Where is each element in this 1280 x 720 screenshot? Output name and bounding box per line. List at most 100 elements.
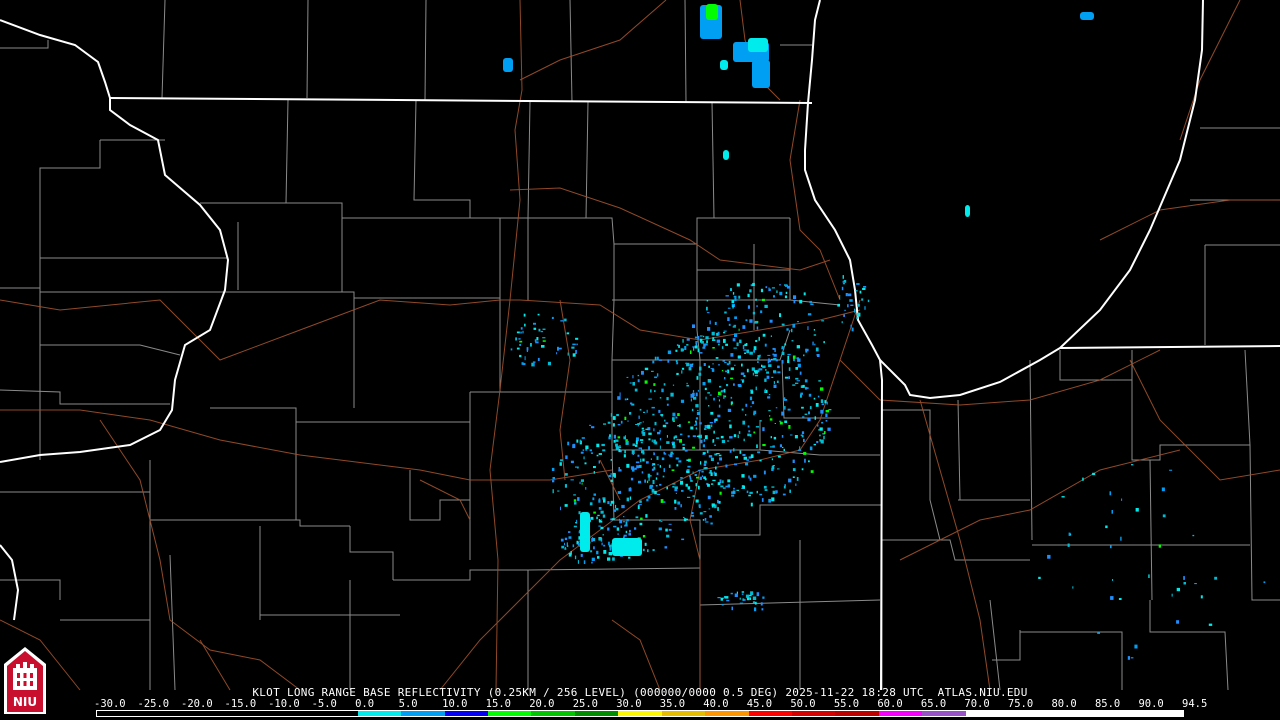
echo-pixel: [755, 386, 757, 391]
echo-pixel: [736, 283, 740, 287]
echo-pixel: [591, 557, 595, 561]
echo-pixel: [589, 424, 592, 426]
echo-pixel: [737, 434, 739, 439]
echo-pixel: [801, 468, 804, 471]
echo-pixel: [752, 596, 757, 600]
echo-pixel: [560, 506, 561, 511]
echo-pixel: [820, 439, 824, 444]
echo-pixel: [641, 427, 644, 430]
echo-cell: [723, 150, 729, 160]
echo-pixel: [707, 392, 710, 394]
echo-pixel: [794, 435, 798, 439]
echo-pixel: [749, 289, 752, 293]
echo-pixel: [619, 392, 621, 397]
echo-pixel: [601, 443, 605, 447]
echo-pixel: [713, 471, 716, 475]
echo-pixel: [644, 380, 648, 384]
echo-pixel: [686, 471, 690, 474]
echo-pixel: [1105, 525, 1108, 529]
echo-pixel: [685, 362, 688, 365]
echo-pixel: [757, 368, 759, 372]
echo-pixel: [787, 355, 790, 360]
echo-pixel: [628, 487, 632, 492]
echo-pixel: [680, 477, 683, 479]
echo-pixel: [615, 443, 618, 447]
echo-pixel: [638, 415, 640, 419]
echo-pixel: [692, 363, 694, 365]
echo-pixel: [741, 593, 744, 595]
echo-pixel: [680, 399, 685, 403]
echo-pixel: [779, 421, 783, 425]
echo-pixel: [803, 354, 805, 357]
echo-pixel: [682, 339, 684, 343]
echo-pixel: [542, 337, 546, 339]
echo-pixel: [733, 295, 737, 298]
echo-pixel: [791, 340, 794, 342]
echo-pixel: [764, 378, 767, 382]
echo-pixel: [723, 395, 725, 399]
echo-pixel: [589, 502, 593, 506]
echo-pixel: [672, 444, 676, 449]
echo-pixel: [788, 376, 790, 379]
echo-pixel: [654, 390, 656, 393]
echo-pixel: [711, 503, 715, 507]
echo-pixel: [731, 606, 733, 611]
echo-pixel: [677, 413, 680, 416]
echo-pixel: [577, 497, 580, 501]
echo-pixel: [781, 351, 785, 355]
echo-pixel: [660, 414, 664, 416]
echo-pixel: [687, 496, 691, 498]
echo-pixel: [646, 498, 649, 502]
echo-pixel: [629, 382, 632, 384]
echo-pixel: [1176, 620, 1179, 624]
colorbar-segment: [227, 711, 271, 716]
echo-pixel: [572, 544, 575, 548]
echo-pixel: [568, 552, 572, 557]
echo-pixel: [660, 499, 664, 503]
echo-pixel: [672, 412, 676, 417]
echo-pixel: [777, 468, 780, 470]
echo-pixel: [1208, 623, 1213, 626]
echo-pixel: [765, 369, 767, 371]
echo-pixel: [807, 326, 809, 330]
echo-pixel: [574, 555, 577, 560]
echo-pixel: [690, 350, 692, 354]
echo-pixel: [630, 466, 635, 470]
echo-pixel: [749, 351, 753, 355]
echo-pixel: [565, 455, 568, 459]
echo-pixel: [687, 421, 691, 423]
colorbar-segment: [314, 711, 358, 716]
echo-pixel: [730, 377, 733, 380]
echo-pixel: [651, 463, 654, 467]
echo-pixel: [762, 365, 766, 369]
echo-pixel: [738, 431, 741, 434]
echo-pixel: [786, 328, 789, 331]
echo-pixel: [803, 292, 806, 296]
echo-pixel: [654, 490, 657, 495]
colorbar-segment: [357, 711, 402, 716]
scale-label: 65.0: [920, 698, 947, 710]
echo-pixel: [769, 288, 771, 291]
echo-pixel: [785, 291, 788, 294]
echo-pixel: [592, 497, 595, 501]
echo-pixel: [624, 398, 627, 401]
echo-pixel: [763, 485, 767, 489]
echo-cell: [720, 60, 728, 70]
echo-pixel: [799, 446, 801, 450]
colorbar-segment: [531, 711, 575, 716]
echo-pixel: [750, 434, 752, 437]
echo-pixel: [820, 409, 824, 414]
echo-pixel: [815, 403, 819, 407]
echo-pixel: [619, 519, 622, 524]
echo-pixel: [792, 355, 796, 359]
echo-pixel: [678, 460, 682, 463]
echo-pixel: [732, 305, 734, 309]
echo-pixel: [743, 375, 746, 377]
echo-pixel: [551, 316, 554, 319]
echo-pixel: [843, 280, 847, 283]
echo-pixel: [648, 446, 650, 450]
echo-pixel: [652, 480, 655, 484]
echo-pixel: [771, 486, 775, 488]
echo-pixel: [742, 325, 746, 329]
echo-pixel: [796, 477, 799, 481]
